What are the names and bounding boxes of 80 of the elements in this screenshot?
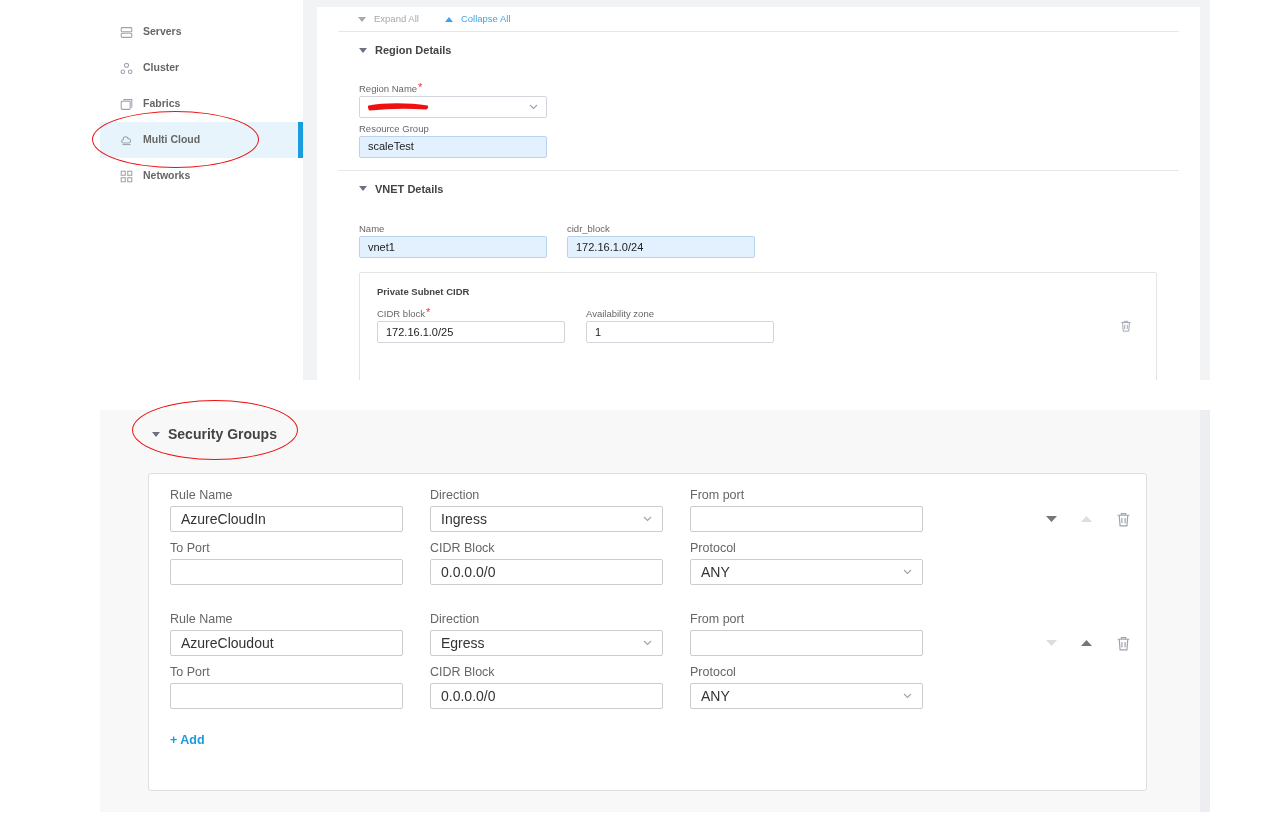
input-field[interactable] [690,506,923,532]
caret-icon [359,47,367,53]
field-label: CIDR block [377,307,426,322]
field-label: Name [359,222,385,236]
sidebar-item[interactable]: Cluster [100,50,303,86]
chevron-icon [903,569,912,575]
select-field[interactable]: Egress [430,630,663,656]
field-value: 172.16.1.0/24 [576,239,644,255]
required-mark: * [426,307,431,319]
input-field[interactable] [690,630,923,656]
delete-button[interactable] [1116,635,1131,651]
section-title: VNET Details [375,181,444,197]
select-field[interactable]: Ingress [430,506,663,532]
field-label: CIDR Block [430,664,496,680]
field-label: Direction [430,611,481,627]
sidebar-item[interactable]: Servers [100,14,303,50]
field-value: ANY [701,562,730,582]
field-label: To Port [170,540,211,556]
field-label: Availability zone [586,307,654,322]
input-field[interactable]: vnet1 [359,236,547,258]
input-field[interactable]: AzureCloudIn [170,506,403,532]
input-field[interactable] [170,683,403,709]
input-field[interactable] [170,559,403,585]
field-label: Rule Name [170,487,234,503]
input-field[interactable]: 172.16.1.0/25 [377,321,565,344]
input-field[interactable]: 0.0.0.0/0 [430,559,663,585]
caret-icon [444,16,453,22]
chevron-icon [643,640,652,646]
cloud-icon [120,133,133,147]
chevron-icon [529,103,538,110]
required-mark: * [418,81,423,93]
field-value: 0.0.0.0/0 [441,686,496,706]
input-field[interactable]: 172.16.1.0/24 [567,236,755,258]
fabric-icon [120,97,133,111]
select-field[interactable]: ANY [690,683,923,709]
cluster-icon [120,61,133,75]
server-icon [120,25,133,39]
field-label: CIDR Block [430,540,496,556]
field-label: cidr_block [567,222,610,236]
select-field[interactable] [359,95,547,118]
field-label: Rule Name [170,611,234,627]
select-field[interactable]: ANY [690,559,923,585]
field-value: 0.0.0.0/0 [441,562,496,582]
network-icon [120,169,133,183]
input-field[interactable]: 0.0.0.0/0 [430,683,663,709]
field-value: Egress [441,633,485,653]
field-value: scaleTest [368,139,414,155]
field-label: From port [690,611,746,627]
field-value: 1 [595,325,602,340]
input-field[interactable]: AzureCloudout [170,630,403,656]
chevron-icon [643,516,652,522]
sidebar-item[interactable]: Networks [100,158,303,194]
field-label: Resource Group [359,121,429,136]
field-value: 172.16.1.0/25 [386,325,454,340]
field-label: Direction [430,487,481,503]
delete-button[interactable] [1116,511,1131,527]
field-label: Region Name [359,81,418,96]
field-label: To Port [170,664,211,680]
field-label: From port [690,487,746,503]
field-value: AzureCloudIn [181,509,266,529]
input-field[interactable]: 1 [586,321,774,344]
field-value: Ingress [441,509,487,529]
chevron-icon [903,693,912,699]
sidebar-item[interactable]: Multi Cloud [100,122,303,158]
subnet-title: Private Subnet CIDR [377,285,471,299]
field-value: vnet1 [368,239,395,255]
field-label: Protocol [690,540,737,556]
input-field[interactable]: scaleTest [359,135,547,158]
field-value: ANY [701,686,730,706]
section-title: Security Groups [168,425,277,444]
sidebar-item[interactable]: Fabrics [100,86,303,122]
caret-icon [358,16,366,22]
caret-icon [359,186,367,192]
caret-icon [152,432,160,437]
move-up-button[interactable] [1081,640,1092,646]
field-label: Protocol [690,664,737,680]
delete-button[interactable] [1120,320,1132,333]
field-value: AzureCloudout [181,633,274,653]
section-title: Region Details [375,43,452,58]
move-down-button[interactable] [1046,516,1057,522]
